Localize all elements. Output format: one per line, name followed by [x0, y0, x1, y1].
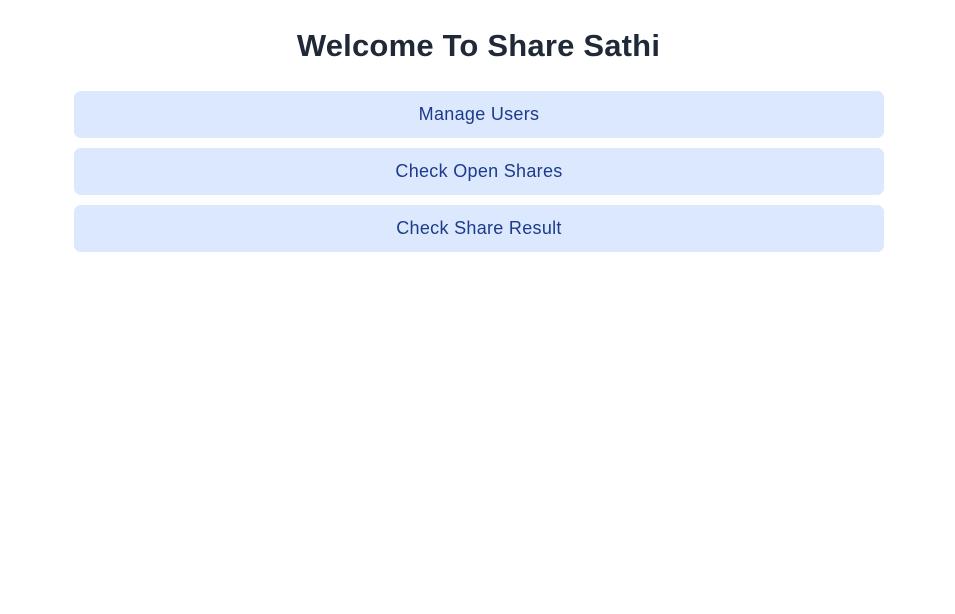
check-share-result-button[interactable]: Check Share Result — [74, 205, 884, 252]
page: Welcome To Share Sathi Manage Users Chec… — [0, 0, 955, 614]
main-menu: Manage Users Check Open Shares Check Sha… — [74, 91, 884, 252]
check-open-shares-button[interactable]: Check Open Shares — [74, 148, 884, 195]
manage-users-button[interactable]: Manage Users — [74, 91, 884, 138]
page-title: Welcome To Share Sathi — [296, 28, 661, 63]
